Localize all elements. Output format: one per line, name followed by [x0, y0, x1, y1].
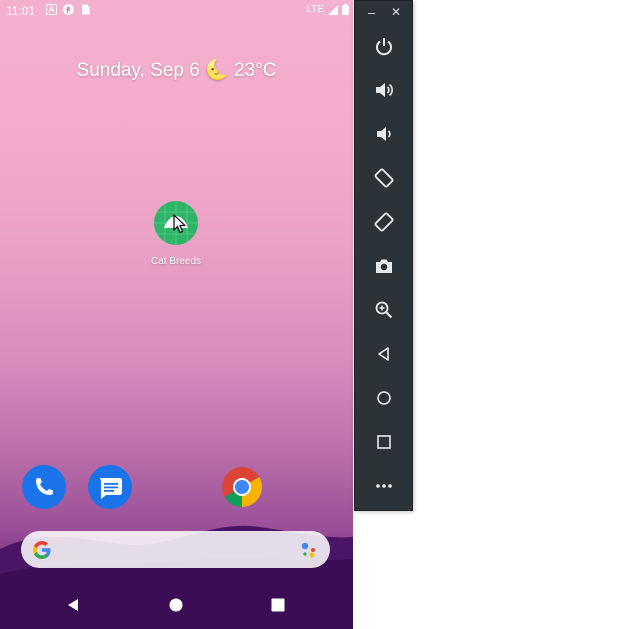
close-icon[interactable]: ✕	[391, 5, 401, 19]
rotate-right-button[interactable]	[369, 207, 399, 237]
camera-icon	[376, 259, 392, 273]
more-icon	[376, 484, 392, 488]
sim-card-icon	[82, 4, 90, 15]
status-time: 11:01	[6, 4, 36, 18]
phone-handset-glyph	[36, 478, 53, 495]
zoom-icon	[375, 301, 393, 319]
more-button[interactable]	[369, 471, 399, 501]
rotate-left-icon	[374, 168, 394, 188]
home-icon[interactable]	[169, 598, 183, 612]
panel-window-controls: – ✕	[355, 1, 414, 27]
notification-icons	[46, 4, 91, 15]
overview-button[interactable]	[369, 427, 399, 457]
home-button[interactable]	[369, 383, 399, 413]
assistant-icon[interactable]	[298, 539, 320, 561]
f-circle-icon	[63, 4, 74, 15]
mouse-cursor-icon	[173, 214, 186, 234]
back-icon[interactable]	[66, 598, 80, 612]
power-button[interactable]	[369, 31, 399, 61]
emulator-toolbar: – ✕	[354, 0, 413, 511]
phone-icon[interactable]	[22, 465, 66, 509]
rotate-left-button[interactable]	[369, 163, 399, 193]
volume-down-icon	[377, 127, 391, 141]
volume-up-icon	[376, 83, 393, 97]
google-g-icon	[33, 541, 51, 559]
text-a-icon	[46, 4, 57, 15]
recents-icon[interactable]	[271, 598, 285, 612]
volume-up-button[interactable]	[369, 75, 399, 105]
network-type: LTE	[306, 4, 324, 15]
chrome-logo-glyph	[222, 467, 262, 507]
battery-icon	[342, 4, 349, 15]
back-icon	[378, 347, 389, 361]
status-right: LTE	[306, 4, 349, 15]
navigation-bar	[0, 586, 353, 629]
zoom-button[interactable]	[369, 295, 399, 325]
volume-down-button[interactable]	[369, 119, 399, 149]
screenshot-button[interactable]	[369, 251, 399, 281]
app-label-cat-breeds[interactable]: Cat Breeds	[126, 256, 226, 267]
messages-icon[interactable]	[88, 465, 132, 509]
rotate-right-icon	[374, 212, 394, 232]
power-icon	[376, 38, 392, 56]
date-weather-widget[interactable]: Sunday, Sep 6 🌜 23°C	[0, 58, 353, 82]
signal-icon	[328, 4, 338, 15]
overview-icon	[377, 435, 391, 449]
google-search-bar[interactable]	[21, 531, 330, 568]
back-button[interactable]	[369, 339, 399, 369]
minimize-icon[interactable]: –	[368, 5, 375, 20]
android-screen: 11:01 LTE Sunday, Sep 6 🌜 23°C Cat Breed…	[0, 0, 353, 629]
chrome-icon[interactable]	[220, 465, 264, 509]
status-bar: 11:01 LTE	[0, 0, 353, 22]
home-icon	[377, 391, 391, 405]
messages-bubble-glyph	[100, 478, 122, 499]
